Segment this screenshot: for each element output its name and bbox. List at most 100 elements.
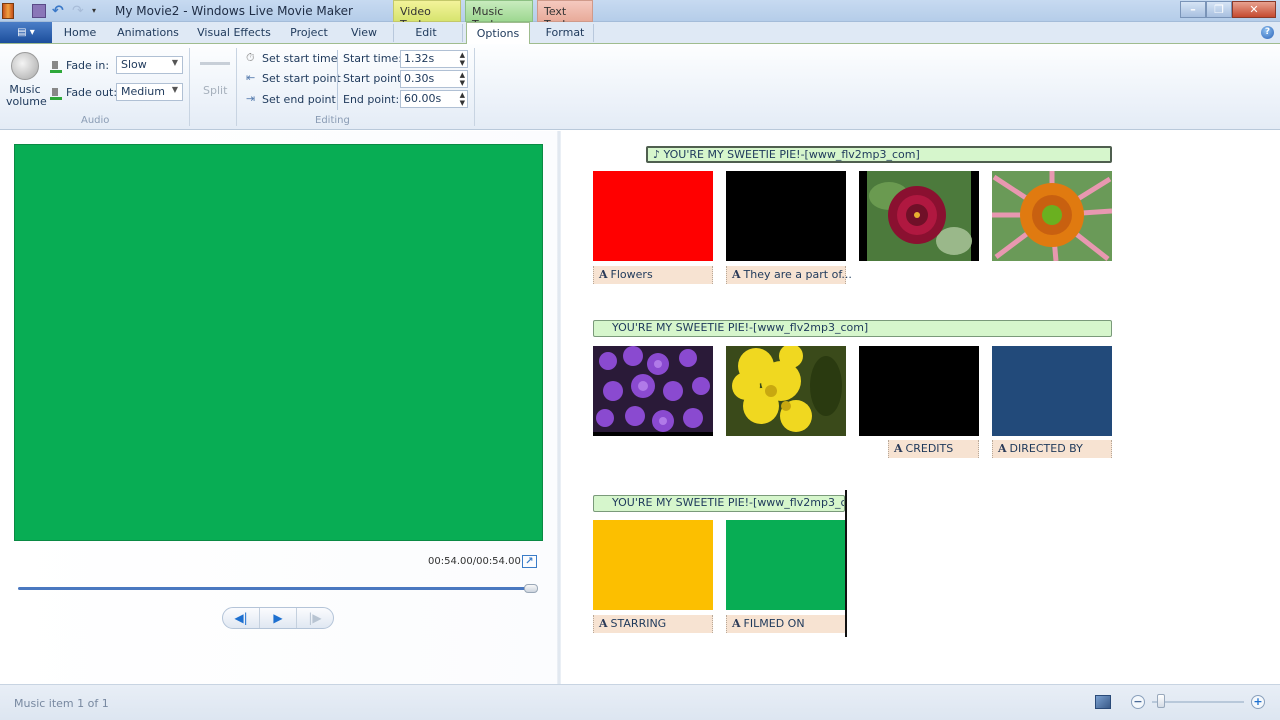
red-title-clip[interactable]: [593, 171, 713, 261]
yellow-flowers-clip[interactable]: [726, 344, 846, 436]
file-menu-button[interactable]: ▤ ▾: [0, 22, 52, 43]
text-caption-icon: A: [599, 617, 608, 630]
caption-text: CREDITS: [905, 442, 954, 455]
end-point-spinner[interactable]: 60.00s ▲ ▼: [400, 90, 468, 108]
previous-frame-button[interactable]: ◀|: [223, 608, 260, 628]
play-button[interactable]: ▶: [260, 608, 297, 628]
text-caption-icon: A: [599, 268, 608, 281]
credits-clip[interactable]: [859, 346, 979, 436]
status-bar: Music item 1 of 1 − +: [0, 684, 1280, 720]
caption-flowers[interactable]: A Flowers: [593, 266, 713, 284]
fade-in-value: Slow: [121, 58, 147, 71]
set-end-point-label: Set end point: [262, 93, 336, 106]
seek-bar[interactable]: [18, 587, 534, 590]
filmed-on-clip[interactable]: [726, 520, 846, 610]
undo-icon[interactable]: ↶: [52, 4, 66, 18]
directed-by-clip[interactable]: [992, 346, 1112, 436]
split-icon: [200, 62, 230, 70]
main-area: 00:54.00/00:54.00 ↗ ◀| ▶ |▶ ♪ YOU'RE MY …: [0, 131, 1280, 684]
caption-credits[interactable]: A CREDITS: [888, 440, 979, 458]
music-track-bar[interactable]: YOU'RE MY SWEETIE PIE!-[www_flv2mp3_com]: [593, 320, 1112, 337]
set-start-point-label: Set start point: [262, 72, 341, 85]
caption-text: FILMED ON: [743, 617, 805, 630]
zoom-slider[interactable]: [1152, 701, 1244, 703]
spinner-arrows-icon[interactable]: ▲ ▼: [460, 91, 465, 107]
storyboard-playhead[interactable]: [845, 490, 847, 637]
tab-visual-effects[interactable]: Visual Effects: [194, 22, 274, 44]
end-point-value: 60.00s: [404, 92, 442, 105]
zoom-in-button[interactable]: +: [1251, 695, 1265, 709]
chevron-down-icon: ▼: [171, 58, 178, 67]
editing-group-label: Editing: [315, 115, 350, 126]
seek-thumb[interactable]: [524, 584, 538, 593]
dahlia-photo: [859, 171, 979, 261]
tab-divider: [593, 24, 594, 42]
tab-options[interactable]: Options: [466, 22, 530, 45]
zoom-slider-thumb[interactable]: [1156, 694, 1165, 708]
tab-format[interactable]: Format: [537, 22, 593, 44]
start-time-spinner[interactable]: 1.32s ▲ ▼: [400, 50, 468, 68]
app-filmstrip-icon[interactable]: [2, 3, 14, 19]
zoom-out-button[interactable]: −: [1131, 695, 1145, 709]
status-text: Music item 1 of 1: [14, 697, 109, 710]
tab-project[interactable]: Project: [285, 22, 333, 44]
start-time-label: Start time:: [343, 52, 402, 65]
text-caption-icon: A: [998, 442, 1007, 455]
tab-animations[interactable]: Animations: [114, 22, 182, 44]
help-icon[interactable]: ?: [1261, 26, 1274, 39]
fade-in-select[interactable]: Slow ▼: [116, 56, 183, 74]
next-frame-button[interactable]: |▶: [297, 608, 333, 628]
caption-directed-by[interactable]: A DIRECTED BY: [992, 440, 1112, 458]
yellow-flowers-photo: [726, 344, 846, 436]
speaker-icon: [11, 52, 39, 80]
fade-out-icon: [50, 86, 62, 100]
save-icon[interactable]: [32, 4, 46, 18]
caption-starring[interactable]: A STARRING: [593, 615, 713, 633]
split-label: Split: [203, 84, 228, 97]
caption-they-are-a-part-of[interactable]: A They are a part of...: [726, 266, 852, 284]
customize-quick-access-button[interactable]: ▾: [92, 4, 106, 18]
music-track-bar[interactable]: YOU'RE MY SWEETIE PIE!-[www_flv2mp3_co..…: [593, 495, 845, 512]
window-title: My Movie2 - Windows Live Movie Maker: [115, 4, 353, 18]
chevron-down-icon: ▼: [171, 85, 178, 94]
spinner-arrows-icon[interactable]: ▲ ▼: [460, 51, 465, 67]
thumbnail-size-icon[interactable]: [1095, 695, 1111, 709]
tab-edit[interactable]: Edit: [400, 22, 452, 44]
caption-text: DIRECTED BY: [1009, 442, 1083, 455]
audio-group-label: Audio: [81, 115, 110, 126]
ribbon-panel: Music volume Fade in: Slow ▼ Fade out: M…: [0, 44, 1280, 130]
tab-view[interactable]: View: [344, 22, 384, 44]
title-bar: ↶ ↷ ▾ My Movie2 - Windows Live Movie Mak…: [0, 0, 1280, 31]
fade-out-select[interactable]: Medium ▼: [116, 83, 183, 101]
redo-icon[interactable]: ↷: [72, 4, 86, 18]
restore-button[interactable]: ❐: [1206, 1, 1232, 18]
start-point-spinner[interactable]: 0.30s ▲ ▼: [400, 70, 468, 88]
tab-home[interactable]: Home: [58, 22, 102, 44]
close-button[interactable]: ✕: [1232, 1, 1276, 18]
text-caption-icon: A: [894, 442, 903, 455]
echinacea-photo: [992, 171, 1113, 262]
start-point-label: Start point:: [343, 72, 406, 85]
playback-controls: ◀| ▶ |▶: [222, 607, 334, 629]
tab-divider: [462, 24, 463, 42]
echinacea-photo-clip[interactable]: [992, 171, 1113, 262]
group-divider: [236, 48, 237, 126]
black-title-clip[interactable]: [726, 171, 846, 261]
group-divider: [337, 50, 338, 110]
music-track-bar[interactable]: ♪ YOU'RE MY SWEETIE PIE!-[www_flv2mp3_co…: [646, 146, 1112, 163]
preview-pane: 00:54.00/00:54.00 ↗ ◀| ▶ |▶: [0, 131, 557, 684]
starring-clip[interactable]: [593, 520, 713, 610]
fade-in-icon: [50, 59, 62, 73]
set-start-time-label: Set start time: [262, 52, 338, 65]
end-point-label: End point:: [343, 93, 400, 106]
spinner-arrows-icon[interactable]: ▲ ▼: [460, 71, 465, 87]
caption-text: Flowers: [610, 268, 653, 281]
video-preview[interactable]: [14, 144, 543, 541]
purple-flowers-clip[interactable]: [593, 346, 713, 436]
caption-filmed-on[interactable]: A FILMED ON: [726, 615, 846, 633]
fullscreen-preview-icon[interactable]: ↗: [522, 555, 537, 568]
stopwatch-icon: ⏱: [246, 51, 255, 64]
minimize-button[interactable]: –: [1180, 1, 1206, 18]
dahlia-photo-clip[interactable]: [859, 171, 979, 261]
caption-text: They are a part of...: [743, 268, 852, 281]
